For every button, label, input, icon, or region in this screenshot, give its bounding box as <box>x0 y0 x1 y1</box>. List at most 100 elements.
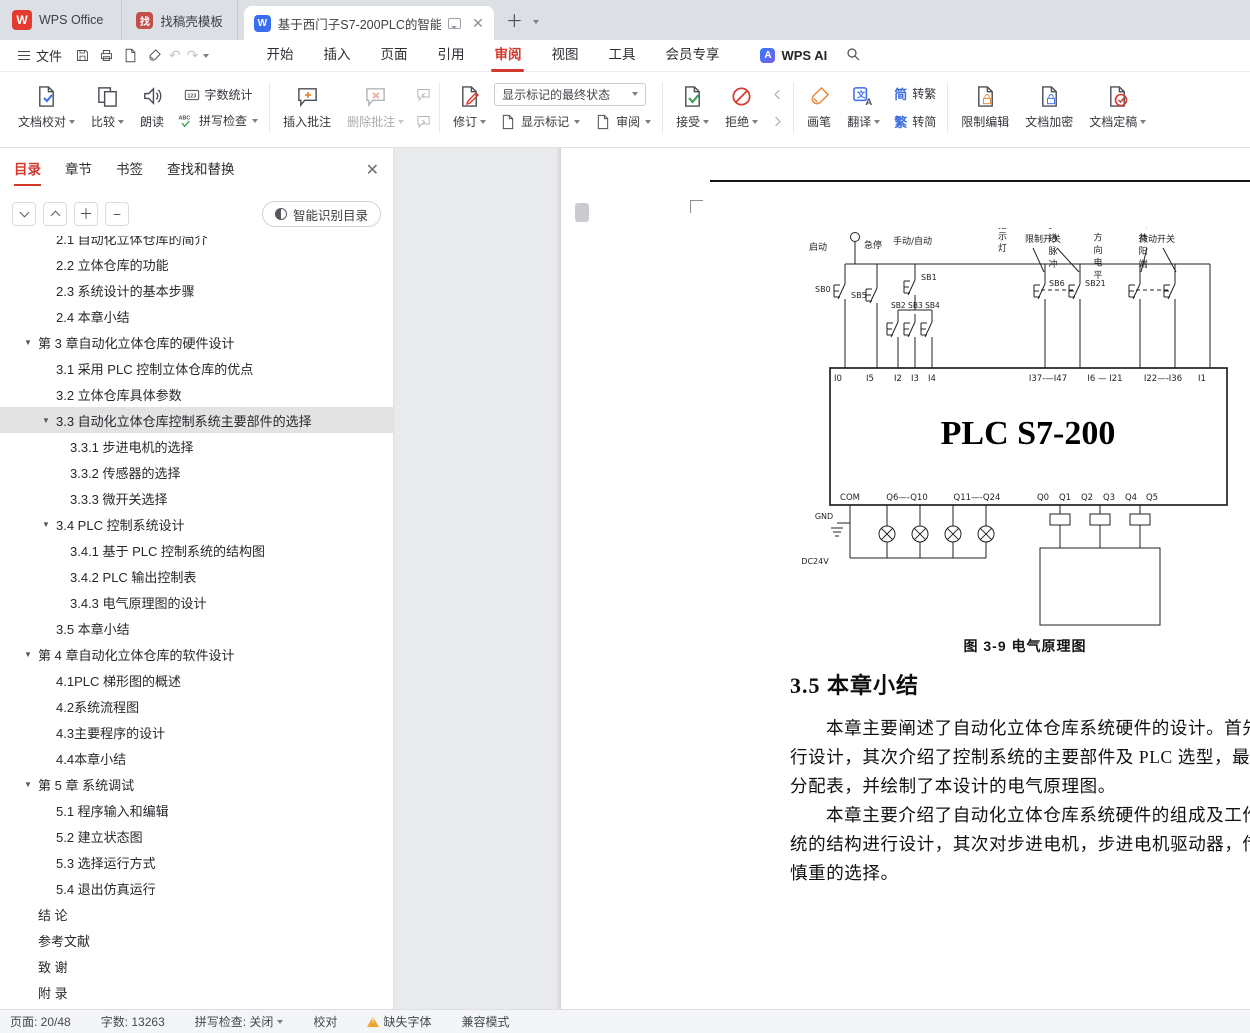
wps-office-menu[interactable]: W WPS Office <box>0 0 123 40</box>
track-changes-button[interactable]: 修订 <box>445 81 494 134</box>
print-button[interactable] <box>94 44 118 68</box>
zoom-out-level-button[interactable]: − <box>105 202 129 226</box>
nav-tab-toc[interactable]: 目录 <box>14 148 41 192</box>
expand-all-button[interactable] <box>43 202 67 226</box>
toc-item[interactable]: ▼ 3.4 PLC 控制系统设计 <box>0 511 393 537</box>
file-menu-button[interactable]: 文件 <box>10 46 70 65</box>
toc-item[interactable]: 3.2 立体仓库具体参数 <box>0 381 393 407</box>
tab-list-dropdown-icon[interactable] <box>532 15 547 40</box>
zoom-in-level-button[interactable]: ＋ <box>74 202 98 226</box>
paragraph-line[interactable]: 统的结构进行设计，其次对步进电机，步进电机驱动器，传感器，微动 <box>790 830 1250 859</box>
redo-button[interactable]: ↷ <box>184 48 202 64</box>
toc-item[interactable]: 3.4.2 PLC 输出控制表 <box>0 563 393 589</box>
toc-item[interactable]: ▼ 第 3 章自动化立体仓库的硬件设计 <box>0 329 393 355</box>
toc-item[interactable]: 3.3.3 微开关选择 <box>0 485 393 511</box>
toc-item[interactable]: 结 论 <box>0 901 393 927</box>
tab-home[interactable]: 开始 <box>251 40 308 72</box>
toc-item[interactable]: 5.4 退出仿真运行 <box>0 875 393 901</box>
toc-item[interactable]: 致 谢 <box>0 953 393 979</box>
nav-tab-bookmarks[interactable]: 书签 <box>116 148 143 192</box>
proofread-indicator[interactable]: 校对 <box>313 1013 337 1030</box>
show-markup-button[interactable]: 显示标记 <box>494 111 586 132</box>
spell-check-button[interactable]: ABC 拼写检查 <box>172 110 264 131</box>
nav-tab-find-replace[interactable]: 查找和替换 <box>167 148 235 192</box>
paragraph-line[interactable]: 本章主要阐述了自动化立体仓库系统硬件的设计。首先对控制系 <box>790 714 1250 743</box>
toc-item[interactable]: 4.1PLC 梯形图的概述 <box>0 667 393 693</box>
tab-template-store[interactable]: 找 找稿壳模板 <box>122 0 238 40</box>
paragraph-line[interactable]: 行设计，其次介绍了控制系统的主要部件及 PLC 选型，最后列出了 PLC <box>790 743 1250 772</box>
to-traditional-button[interactable]: 简转繁 <box>888 82 942 105</box>
toc-item[interactable]: 2.3 系统设计的基本步骤 <box>0 277 393 303</box>
save-button[interactable] <box>70 44 94 68</box>
search-icon[interactable] <box>845 46 861 65</box>
print-preview-button[interactable] <box>118 44 142 68</box>
circuit-diagram-figure[interactable]: 启动 急停 手动/自动 限制开关 微动开关 SB0 SB5 SB1 SB2 SB… <box>795 228 1250 633</box>
toc-item[interactable]: 3.4.3 电气原理图的设计 <box>0 589 393 615</box>
restrict-editing-button[interactable]: 限制编辑 <box>953 81 1017 134</box>
finalize-document-button[interactable]: 文档定稿 <box>1081 81 1154 134</box>
quickbar-dropdown-icon[interactable] <box>203 54 210 61</box>
close-tab-icon[interactable]: ✕ <box>472 16 484 30</box>
to-simplified-button[interactable]: 繁转简 <box>888 110 942 133</box>
delete-comment-button[interactable]: 删除批注 <box>339 81 412 134</box>
toc-item[interactable]: 5.2 建立状态图 <box>0 823 393 849</box>
toc-item[interactable]: ▼ 3.3 自动化立体仓库控制系统主要部件的选择 <box>0 407 393 433</box>
ink-brush-button[interactable]: 画笔 <box>799 81 839 134</box>
expand-arrow-icon[interactable]: ▼ <box>24 338 38 347</box>
toc-item[interactable]: 2.4 本章小结 <box>0 303 393 329</box>
wps-ai-button[interactable]: A WPS AI <box>760 48 827 63</box>
missing-font-warning[interactable]: 缺失字体 <box>367 1013 431 1030</box>
tab-document-active[interactable]: W 基于西门子S7-200PLC的智能 ✕ <box>243 6 494 40</box>
word-count-indicator[interactable]: 字数: 13263 <box>101 1013 165 1030</box>
toc-item[interactable]: 3.3.1 步进电机的选择 <box>0 433 393 459</box>
document-page[interactable]: 启动 急停 手动/自动 限制开关 微动开关 SB0 SB5 SB1 SB2 SB… <box>561 148 1250 1009</box>
tab-insert[interactable]: 插入 <box>308 40 365 72</box>
toc-item[interactable]: 5.3 选择运行方式 <box>0 849 393 875</box>
insert-comment-button[interactable]: 插入批注 <box>275 81 339 134</box>
close-pane-icon[interactable]: ✕ <box>366 160 379 180</box>
nav-tab-chapters[interactable]: 章节 <box>65 148 92 192</box>
document-canvas[interactable]: 启动 急停 手动/自动 限制开关 微动开关 SB0 SB5 SB1 SB2 SB… <box>394 148 1250 1009</box>
translate-button[interactable]: 文A 翻译 <box>839 81 888 134</box>
toc-item[interactable]: 4.2系统流程图 <box>0 693 393 719</box>
undo-button[interactable]: ↶ <box>166 48 184 64</box>
smart-toc-button[interactable]: 智能识别目录 <box>261 201 381 227</box>
tab-reference[interactable]: 引用 <box>422 40 479 72</box>
toc-item[interactable]: 3.1 采用 PLC 控制立体仓库的优点 <box>0 355 393 381</box>
expand-arrow-icon[interactable]: ▼ <box>42 520 56 529</box>
toc-item[interactable]: 2.1 自动化立体仓库的简介 <box>0 236 393 251</box>
collapse-all-button[interactable] <box>12 202 36 226</box>
tab-review[interactable]: 审阅 <box>479 40 536 72</box>
expand-arrow-icon[interactable]: ▼ <box>42 416 56 425</box>
next-comment-button[interactable] <box>412 110 434 132</box>
tab-view[interactable]: 视图 <box>536 40 593 72</box>
section-heading[interactable]: 3.5 本章小结 <box>790 668 919 700</box>
previous-comment-button[interactable] <box>412 83 434 105</box>
toc-item[interactable]: 附 录 <box>0 979 393 1005</box>
previous-change-button[interactable] <box>766 83 788 105</box>
toc-item[interactable]: ▼ 第 5 章 系统调试 <box>0 771 393 797</box>
page-edge-grip[interactable] <box>575 203 589 222</box>
accept-change-button[interactable]: 接受 <box>668 81 717 134</box>
expand-arrow-icon[interactable]: ▼ <box>24 780 38 789</box>
figure-caption[interactable]: 图 3-9 电气原理图 <box>795 636 1250 656</box>
reviewers-button[interactable]: 审阅 <box>589 111 657 132</box>
page-indicator[interactable]: 页面: 20/48 <box>10 1013 71 1030</box>
toc-item[interactable]: ▼ 第 4 章自动化立体仓库的软件设计 <box>0 641 393 667</box>
toc-item[interactable]: 3.5 本章小结 <box>0 615 393 641</box>
spellcheck-indicator[interactable]: 拼写检查: 关闭 <box>195 1013 284 1030</box>
toc-item[interactable]: 2.2 立体仓库的功能 <box>0 251 393 277</box>
format-painter-button[interactable] <box>142 44 166 68</box>
toc-item[interactable]: 4.3主要程序的设计 <box>0 719 393 745</box>
tab-tools[interactable]: 工具 <box>593 40 650 72</box>
compare-button[interactable]: 比较 <box>83 81 132 134</box>
toc-item[interactable]: 3.3.2 传感器的选择 <box>0 459 393 485</box>
tab-page[interactable]: 页面 <box>365 40 422 72</box>
doc-proof-button[interactable]: 文档校对 <box>10 81 83 134</box>
paragraph-line[interactable]: 本章主要介绍了自动化立体仓库系统硬件的组成及工作原理。首先 <box>790 801 1250 830</box>
reject-change-button[interactable]: 拒绝 <box>717 81 766 134</box>
markup-state-select[interactable]: 显示标记的最终状态 <box>494 83 647 106</box>
next-change-button[interactable] <box>766 110 788 132</box>
read-aloud-button[interactable]: 朗读 <box>132 81 172 134</box>
new-tab-button[interactable]: ＋ <box>494 7 533 40</box>
